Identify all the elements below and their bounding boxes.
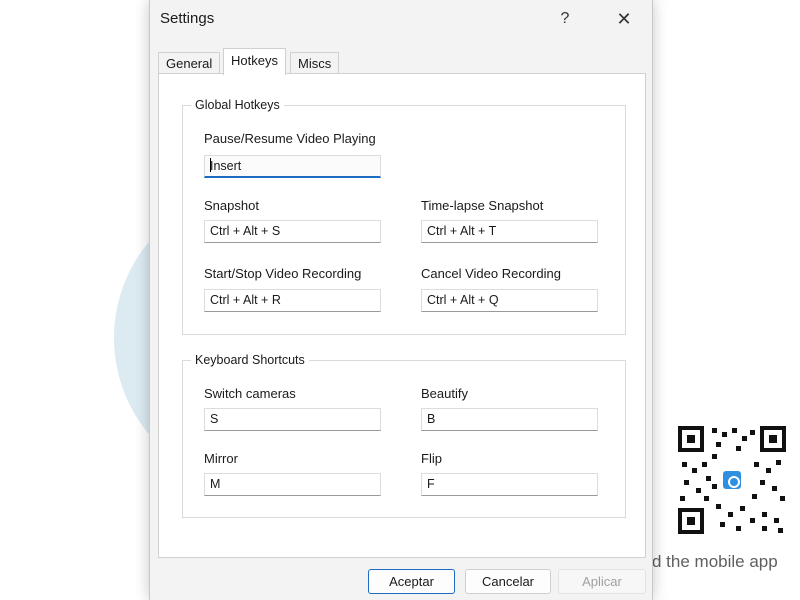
tab-hotkeys[interactable]: Hotkeys [223, 48, 286, 75]
qr-finder-pattern [760, 426, 786, 452]
mobile-app-text: d the mobile app [652, 552, 778, 571]
qr-finder-pattern [678, 426, 704, 452]
switch-cameras-label: Switch cameras [204, 386, 296, 401]
snapshot-hotkey-input[interactable]: Ctrl + Alt + S [204, 220, 381, 243]
apply-button[interactable]: Aplicar [558, 569, 646, 594]
camera-app-logo-icon [720, 468, 744, 492]
help-button[interactable]: ? [550, 4, 580, 34]
cancel-recording-label: Cancel Video Recording [421, 266, 561, 281]
timelapse-label: Time-lapse Snapshot [421, 198, 544, 213]
title-bar[interactable]: Settings ? ✕ [150, 0, 652, 40]
beautify-label: Beautify [421, 386, 468, 401]
qr-finder-pattern [678, 508, 704, 534]
start-stop-recording-label: Start/Stop Video Recording [204, 266, 362, 281]
flip-shortcut-input[interactable]: F [421, 473, 598, 496]
tab-miscs[interactable]: Miscs [290, 52, 340, 74]
beautify-shortcut-input[interactable]: B [421, 408, 598, 431]
switch-cameras-shortcut-input[interactable]: S [204, 408, 381, 431]
start-stop-recording-hotkey-input[interactable]: Ctrl + Alt + R [204, 289, 381, 312]
hotkeys-panel: Global Hotkeys Pause/Resume Video Playin… [158, 73, 646, 558]
pause-resume-hotkey-value: Insert [210, 159, 242, 173]
accept-button[interactable]: Aceptar [368, 569, 455, 594]
tab-general[interactable]: General [158, 52, 221, 74]
pause-resume-label: Pause/Resume Video Playing [204, 131, 376, 146]
settings-dialog: Settings ? ✕ General Hotkeys Miscs Globa… [149, 0, 653, 600]
keyboard-shortcuts-legend: Keyboard Shortcuts [195, 353, 305, 367]
cancel-button[interactable]: Cancelar [465, 569, 551, 594]
cancel-recording-hotkey-input[interactable]: Ctrl + Alt + Q [421, 289, 598, 312]
dialog-body: General Hotkeys Miscs Global Hotkeys Pau… [150, 40, 652, 600]
mirror-label: Mirror [204, 451, 238, 466]
close-button[interactable]: ✕ [606, 4, 642, 34]
flip-label: Flip [421, 451, 442, 466]
mirror-shortcut-input[interactable]: M [204, 473, 381, 496]
dialog-title: Settings [160, 10, 215, 27]
pause-resume-hotkey-input[interactable]: Insert [204, 155, 381, 178]
qr-code [676, 424, 788, 536]
timelapse-hotkey-input[interactable]: Ctrl + Alt + T [421, 220, 598, 243]
global-hotkeys-legend: Global Hotkeys [195, 98, 280, 112]
snapshot-label: Snapshot [204, 198, 259, 213]
